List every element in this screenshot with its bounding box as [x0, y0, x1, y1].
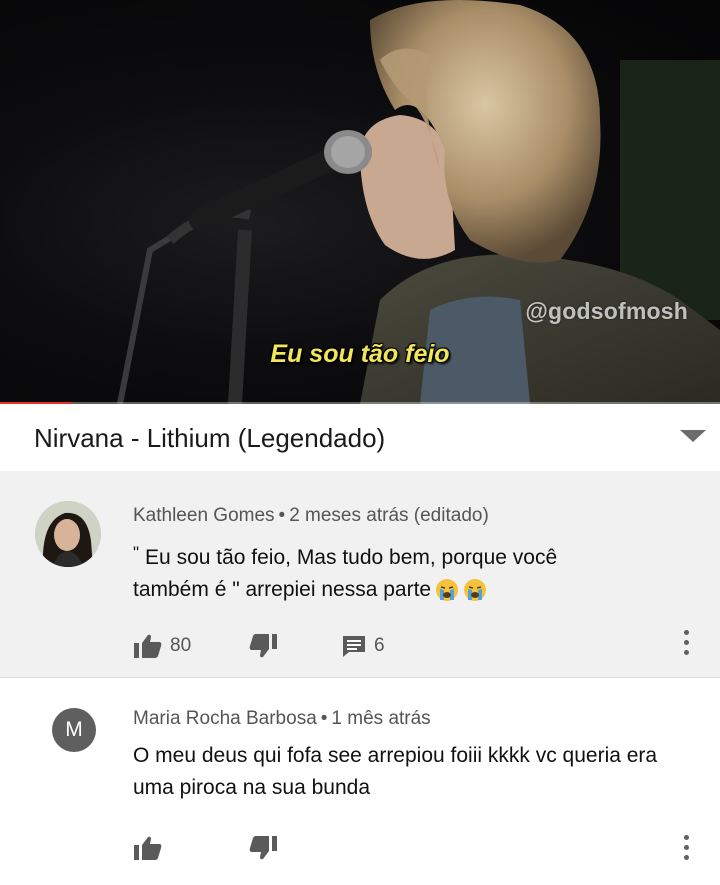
dislike-button[interactable]	[248, 631, 278, 661]
thumbs-down-icon	[249, 634, 277, 658]
comment-time: 2 meses atrás (editado)	[289, 505, 489, 526]
avatar[interactable]: M	[52, 708, 96, 752]
comment-text-line-2: também é " arrepiei nessa parte	[133, 578, 432, 601]
progress-bar[interactable]	[0, 402, 720, 404]
more-options-icon[interactable]	[684, 630, 690, 660]
comment-text: " Eu sou tão feio, Mas tudo bem, porque v…	[133, 537, 603, 606]
comment-author[interactable]: Maria Rocha Barbosa	[133, 708, 317, 729]
comment-text: O meu deus qui fofa see arrepiou foiii k…	[133, 744, 658, 799]
more-options-icon[interactable]	[684, 835, 690, 865]
like-count: 80	[170, 635, 192, 656]
watermark: @godsofmosh	[525, 298, 688, 324]
like-button[interactable]: 80	[133, 631, 191, 661]
comment-item: M Maria Rocha Barbosa • 1 mês atrás O meu …	[0, 678, 720, 885]
expand-description-icon[interactable]	[680, 430, 706, 442]
comment-meta: Kathleen Gomes • 2 meses atrás (editado)	[133, 505, 489, 527]
progress-bar-fill	[0, 402, 72, 404]
thumbs-up-icon	[134, 634, 162, 658]
meta-separator: •	[278, 505, 286, 526]
video-title: Nirvana - Lithium (Legendado)	[34, 423, 386, 453]
crying-face-icon	[435, 578, 459, 602]
quote-mark: "	[133, 543, 140, 562]
comment-item: Kathleen Gomes • 2 meses atrás (editado) "…	[0, 471, 720, 678]
video-title-bar: Nirvana - Lithium (Legendado)	[0, 405, 720, 471]
comment-icon	[343, 636, 365, 657]
reply-button[interactable]: 6	[341, 631, 385, 661]
video-player[interactable]: @godsofmosh Eu sou tão feio	[0, 0, 720, 404]
like-button[interactable]	[133, 833, 163, 863]
thumbs-down-icon	[249, 836, 277, 860]
dislike-button[interactable]	[248, 833, 278, 863]
avatar[interactable]	[35, 501, 101, 567]
comment-meta: Maria Rocha Barbosa • 1 mês atrás	[133, 708, 431, 730]
comment-author[interactable]: Kathleen Gomes	[133, 505, 275, 526]
comment-text-line-1: Eu sou tão feio, Mas tudo bem, porque vo…	[145, 546, 558, 569]
comment-time: 1 mês atrás	[331, 708, 431, 729]
video-subtitle: Eu sou tão feio	[270, 340, 450, 368]
crying-face-icon	[463, 578, 487, 602]
meta-separator: •	[320, 708, 328, 729]
reply-count: 6	[374, 635, 385, 656]
avatar-photo-icon	[35, 501, 101, 567]
thumbs-up-icon	[134, 836, 162, 860]
